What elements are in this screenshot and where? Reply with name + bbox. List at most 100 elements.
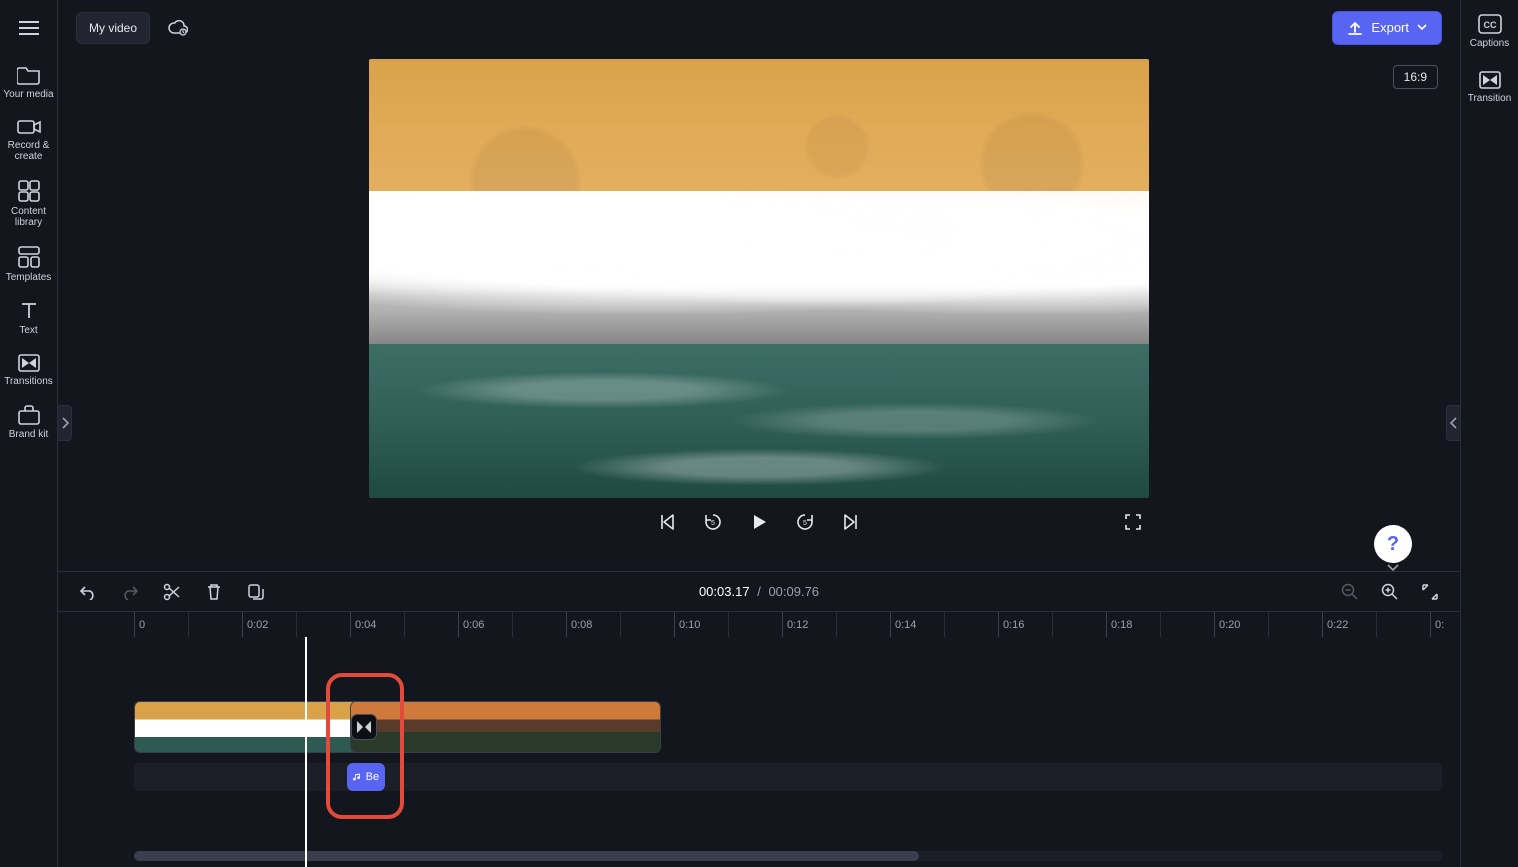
- sidebar-left: Your media Record & create Content libra…: [0, 0, 58, 867]
- ruler-tick-minor: [944, 612, 949, 637]
- fit-timeline-button[interactable]: [1418, 580, 1442, 604]
- sidebar-item-transitions[interactable]: Transitions: [0, 344, 58, 395]
- zoom-out-button[interactable]: [1338, 580, 1362, 604]
- ruler-tick-minor: [1268, 612, 1273, 637]
- timeline-toolbar: 00:03.17 / 00:09.76: [58, 571, 1460, 611]
- ruler-tick-label: 0:14: [895, 619, 916, 631]
- briefcase-icon: [18, 405, 40, 425]
- scrollbar-thumb[interactable]: [134, 851, 919, 861]
- ruler-tick-minor: [1160, 612, 1165, 637]
- ruler-tick-label: 0:08: [571, 619, 592, 631]
- play-icon: [749, 512, 769, 532]
- ruler-tick-minor: [1376, 612, 1381, 637]
- text-icon: [19, 301, 39, 321]
- play-button[interactable]: [747, 510, 771, 534]
- captions-icon: CC: [1478, 14, 1502, 34]
- sidebar-item-brand-kit[interactable]: Brand kit: [0, 395, 58, 448]
- project-title: My video: [89, 21, 137, 35]
- step-back-button[interactable]: 5: [701, 510, 725, 534]
- current-time: 00:03.17: [699, 584, 750, 599]
- music-note-icon: [353, 771, 361, 783]
- ruler-tick-label: 0:18: [1111, 619, 1132, 631]
- fullscreen-button[interactable]: [1121, 510, 1145, 534]
- ruler-tick-label: 0:20: [1219, 619, 1240, 631]
- svg-text:5: 5: [711, 520, 715, 527]
- upload-icon: [1347, 20, 1363, 36]
- audio-clip-label: Be: [366, 771, 379, 783]
- preview-canvas[interactable]: [369, 59, 1149, 498]
- video-clip[interactable]: [350, 701, 661, 753]
- sidebar-item-record-create[interactable]: Record & create: [0, 108, 58, 170]
- aspect-ratio-badge[interactable]: 16:9: [1393, 65, 1438, 89]
- ruler-tick: 0:06: [458, 612, 484, 637]
- ruler-tick: 0:04: [350, 612, 376, 637]
- templates-icon: [18, 246, 40, 268]
- split-button[interactable]: [160, 580, 184, 604]
- ruler-tick: 0:12: [782, 612, 808, 637]
- video-track[interactable]: [134, 701, 1442, 753]
- ruler-tick-label: 0:10: [679, 619, 700, 631]
- project-title-pill[interactable]: My video: [76, 12, 150, 44]
- sidebar-item-content-library[interactable]: Content library: [0, 170, 58, 236]
- skip-back-button[interactable]: [655, 510, 679, 534]
- ruler-tick: 0:20: [1214, 612, 1240, 637]
- ruler-tick: 0: [134, 612, 145, 637]
- sidebar-item-text[interactable]: Text: [0, 291, 58, 344]
- skip-back-icon: [658, 513, 676, 531]
- zoom-in-icon: [1381, 583, 1399, 601]
- transition-icon: [1479, 71, 1501, 89]
- preview-frame: [369, 59, 1149, 498]
- sidebar-item-templates[interactable]: Templates: [0, 236, 58, 291]
- ruler-tick: 0:02: [242, 612, 268, 637]
- sidebar-item-captions[interactable]: CC Captions: [1461, 4, 1518, 57]
- menu-button[interactable]: [0, 0, 58, 55]
- help-button[interactable]: ?: [1374, 525, 1412, 563]
- zoom-out-icon: [1341, 583, 1359, 601]
- sidebar-right: CC Captions Transition: [1460, 0, 1518, 867]
- skip-forward-button[interactable]: [839, 510, 863, 534]
- ruler-tick-label: 0: [139, 619, 145, 631]
- duplicate-button[interactable]: [244, 580, 268, 604]
- sidebar-item-label: Text: [19, 325, 37, 336]
- total-time: 00:09.76: [768, 584, 819, 599]
- step-forward-button[interactable]: 5: [793, 510, 817, 534]
- ruler-tick-label: 0:22: [1327, 619, 1348, 631]
- sidebar-item-label: Brand kit: [9, 429, 48, 440]
- video-clip[interactable]: [134, 701, 380, 753]
- undo-icon: [79, 584, 97, 600]
- ruler-tick-label: 0:16: [1003, 619, 1024, 631]
- sidebar-item-transition[interactable]: Transition: [1461, 61, 1518, 112]
- undo-button[interactable]: [76, 580, 100, 604]
- sidebar-item-label: Record & create: [8, 140, 50, 162]
- redo-icon: [121, 584, 139, 600]
- cloud-sync-button[interactable]: [162, 12, 194, 44]
- timeline-ruler[interactable]: 0 0:02 0:04 0:06 0:08 0:10 0:12 0:14 0:16 0:18 0:2…: [58, 611, 1460, 637]
- ruler-tick-minor: [188, 612, 193, 637]
- redo-button[interactable]: [118, 580, 142, 604]
- fit-icon: [1421, 583, 1439, 601]
- transition-node[interactable]: [351, 714, 377, 740]
- transitions-icon: [18, 354, 40, 372]
- step-forward-icon: 5: [795, 512, 815, 532]
- export-label: Export: [1371, 20, 1409, 35]
- delete-button[interactable]: [202, 580, 226, 604]
- sidebar-item-your-media[interactable]: Your media: [0, 55, 58, 108]
- export-button[interactable]: Export: [1332, 11, 1442, 45]
- svg-text:CC: CC: [1483, 20, 1496, 30]
- playhead[interactable]: [305, 637, 307, 867]
- time-display: 00:03.17 / 00:09.76: [699, 584, 819, 599]
- zoom-in-button[interactable]: [1378, 580, 1402, 604]
- main-column: My video Export 16:9: [58, 0, 1460, 867]
- audio-clip[interactable]: Be: [347, 763, 385, 791]
- timeline-tracks[interactable]: Be: [58, 637, 1460, 867]
- ruler-tick-minor: [728, 612, 733, 637]
- ruler-tick-label: 0:04: [355, 619, 376, 631]
- help-icon: ?: [1387, 533, 1399, 556]
- sidebar-item-label: Content library: [11, 206, 46, 228]
- ruler-tick: 0:16: [998, 612, 1024, 637]
- ruler-tick-minor: [620, 612, 625, 637]
- timeline-scrollbar[interactable]: [134, 851, 1442, 861]
- hamburger-icon: [19, 21, 39, 35]
- sidebar-item-label: Templates: [6, 272, 52, 283]
- audio-track[interactable]: Be: [134, 763, 1442, 791]
